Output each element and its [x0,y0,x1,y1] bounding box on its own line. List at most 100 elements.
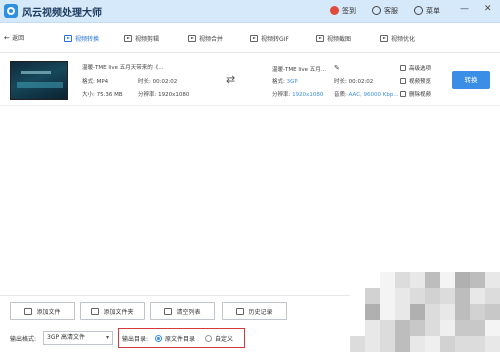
video-edit-icon [124,35,132,42]
mosaic-cell [440,304,455,320]
output-audio-label: 音质: [334,92,347,98]
mosaic-cell [380,288,395,304]
output-resolution[interactable]: 分辨率: 1920x1080 [272,90,323,98]
mosaic-cell [410,304,425,320]
mosaic-cell [380,320,395,336]
output-audio[interactable]: 音质: AAC, 96000 Kbp... [334,90,399,98]
check-in-button[interactable]: 签到 [330,5,356,16]
mosaic-cell [455,272,470,288]
menu-label: 菜单 [426,7,440,15]
output-format-label: 格式: [272,79,285,85]
delete-video-label: 删除视频 [409,92,432,98]
support-button[interactable]: 客服 [372,5,398,16]
video-thumbnail [10,61,68,100]
mosaic-cell [395,272,410,288]
mosaic-cell [365,272,380,288]
optimize-icon [380,35,388,42]
close-button[interactable]: ✕ [484,4,492,14]
clear-list-label: 清空列表 [176,308,201,316]
output-dir-label: 输出目录: [122,336,149,343]
source-duration: 时长: 00:02:02 [138,79,178,85]
pixelated-logo [350,272,500,352]
back-label: 返回 [12,35,25,42]
add-folder-button[interactable]: 添加文件夹 [80,302,145,320]
delete-video-link[interactable]: 删除视频 [400,90,431,98]
mosaic-cell [350,320,365,336]
radio-source-dir[interactable] [155,335,162,342]
mosaic-cell [455,336,470,352]
mosaic-cell [350,304,365,320]
mosaic-cell [425,320,440,336]
menu-button[interactable]: 菜单 [414,5,440,16]
mosaic-cell [470,304,485,320]
history-button[interactable]: 历史记录 [222,302,287,320]
tab-video-merge[interactable]: 视频合并 [188,32,223,45]
video-preview-label: 视频预览 [409,79,432,85]
advanced-options-label: 高级选项 [409,66,432,72]
mosaic-cell [380,272,395,288]
mosaic-cell [440,336,455,352]
add-file-icon [24,307,33,315]
output-format-selected: 3GP 高清文件 [47,334,85,341]
mosaic-cell [365,320,380,336]
mosaic-cell [350,288,365,304]
mosaic-cell [440,272,455,288]
clear-list-button[interactable]: 清空列表 [150,302,215,320]
advanced-options-icon [400,65,406,71]
output-resolution-label: 分辨率: [272,92,291,98]
advanced-options-link[interactable]: 高级选项 [400,64,431,72]
custom-dir-label[interactable]: 自定义 [215,334,233,343]
tab-video-edit[interactable]: 视频剪辑 [124,32,159,45]
add-file-button[interactable]: 添加文件 [10,302,75,320]
tab-video-to-gif[interactable]: 视频转GIF [250,32,289,45]
mosaic-cell [410,272,425,288]
back-button[interactable]: ← 返回 [4,33,24,42]
mosaic-cell [470,272,485,288]
mosaic-cell [455,304,470,320]
mosaic-cell [425,304,440,320]
tab-video-convert[interactable]: 视频转换 [64,32,99,45]
mosaic-cell [425,336,440,352]
rename-pencil-icon[interactable]: ✎ [334,64,340,72]
source-dir-label[interactable]: 原文件目录 [165,334,195,343]
mosaic-cell [395,304,410,320]
add-file-label: 添加文件 [36,308,61,316]
title-bar: 风云视频处理大师 签到 客服 菜单 — ✕ [0,0,500,23]
tab-video-screenshot[interactable]: 视频截图 [316,32,351,45]
mosaic-cell [365,304,380,320]
output-format-select[interactable]: 3GP 高清文件 ▾ [43,331,113,345]
support-label: 客服 [384,7,398,15]
mosaic-cell [380,304,395,320]
check-in-icon [330,5,339,15]
mosaic-cell [425,288,440,304]
mosaic-cell [350,272,365,288]
app-title: 风云视频处理大师 [22,8,102,19]
tab-label: 视频转换 [75,36,100,43]
tab-video-optimize[interactable]: 视频优化 [380,32,415,45]
convert-button[interactable]: 转换 [452,71,490,89]
mosaic-cell [395,288,410,304]
mosaic-cell [440,288,455,304]
mosaic-cell [485,288,500,304]
output-format[interactable]: 格式: 3GP [272,77,298,85]
app-logo-icon [4,4,18,18]
mosaic-cell [470,336,485,352]
output-resolution-value: 1920x1080 [292,92,324,98]
source-size: 大小: 75.36 MB [82,92,123,98]
tab-label: 视频优化 [391,36,416,43]
output-audio-value: AAC, 96000 Kbp... [348,92,399,98]
chevron-down-icon: ▾ [105,334,109,341]
minimize-button[interactable]: — [460,4,469,14]
mosaic-cell [485,304,500,320]
video-preview-link[interactable]: 视频预览 [400,77,431,85]
check-in-label: 签到 [342,7,356,15]
headset-icon [372,5,381,15]
mosaic-cell [395,336,410,352]
mosaic-cell [440,320,455,336]
convert-arrow-icon: ⇄ [226,73,236,86]
mosaic-cell [380,336,395,352]
radio-custom-dir[interactable] [205,335,212,342]
mosaic-cell [470,288,485,304]
tab-label: 视频截图 [327,36,352,43]
history-label: 历史记录 [248,308,273,316]
